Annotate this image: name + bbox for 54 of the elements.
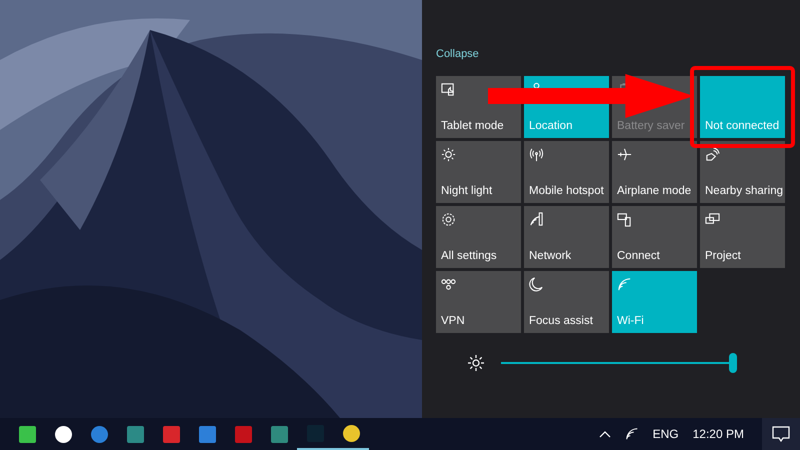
app-icon [270,426,288,442]
quick-action-tile[interactable]: Mobile hotspot [524,141,609,203]
quick-action-tile[interactable]: Focus assist [524,271,609,333]
notification-button[interactable] [762,418,800,450]
quick-action-tile[interactable]: Tablet mode [436,76,521,138]
quick-action-tile[interactable]: Night light [436,141,521,203]
tile-label: Project [705,249,742,263]
tile-label: All settings [441,249,498,263]
app-icon [342,424,360,442]
app-icon [198,426,216,442]
tile-label: Mobile hotspot [529,184,604,198]
collapse-link[interactable]: Collapse [436,48,479,60]
tile-label: Airplane mode [617,184,692,198]
moon-icon [529,277,544,292]
tile-label: Nearby sharing [705,184,780,198]
brightness-icon [468,355,484,371]
tile-label: Focus assist [529,314,594,328]
broadcast-icon [529,147,544,162]
app-icon [90,426,108,442]
wifi-icon [617,277,632,292]
tile-label: VPN [441,314,466,328]
quick-action-tile[interactable]: Network [524,206,609,268]
app-icon [234,426,252,442]
app-icon [126,426,144,442]
tile-label: Tablet mode [441,119,505,133]
tablet-icon [441,82,456,97]
quick-action-tile[interactable]: Airplane mode [612,141,697,203]
gear-icon [441,212,456,227]
tile-label: Not connected [705,119,780,133]
display-icon [617,212,632,227]
tile-label: Wi-Fi [617,314,645,328]
language-indicator[interactable]: ENG [652,427,679,441]
quick-action-tile[interactable]: VPN [436,271,521,333]
sun-icon [441,147,456,162]
signal-icon [529,212,544,227]
caret-icon[interactable] [598,430,611,438]
share-icon [705,147,720,162]
quick-action-tile[interactable]: Nearby sharing [700,141,785,203]
tile-label: Night light [441,184,494,198]
app-icon [54,426,72,442]
tile-label: Battery saver [617,119,686,133]
tile-label: Network [529,249,572,263]
airplane-icon [617,147,632,162]
wifi-icon[interactable] [624,427,639,441]
quick-action-tile[interactable]: Connect [612,206,697,268]
tile-label: Location [529,119,574,133]
quick-action-tile[interactable]: Project [700,206,785,268]
tile-label: Connect [617,249,661,263]
clock[interactable]: 12:20 PM [692,427,744,441]
monitor-icon [705,212,720,227]
notification-icon [772,426,790,442]
quick-action-tile[interactable]: All settings [436,206,521,268]
app-icon [18,426,36,442]
app-icon [162,426,180,442]
